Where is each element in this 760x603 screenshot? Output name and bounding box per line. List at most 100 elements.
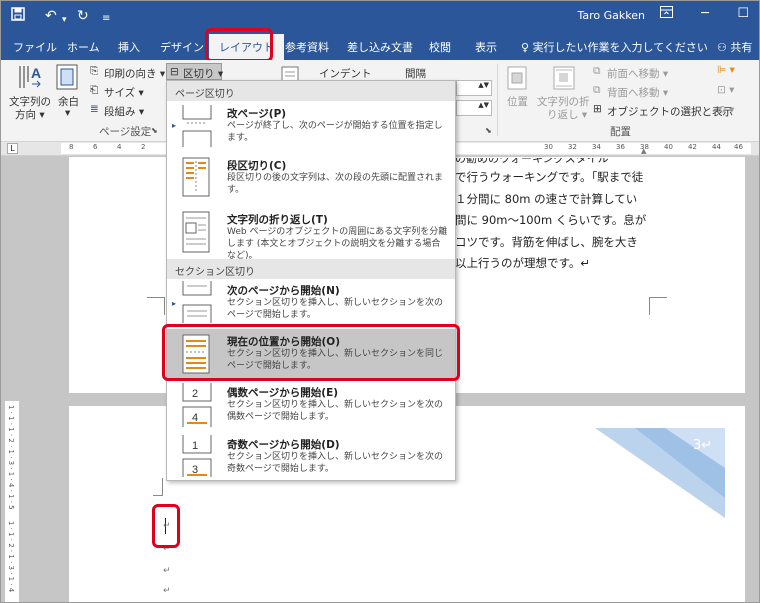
user-name[interactable]: Taro Gakken <box>578 9 646 22</box>
ruler-number: 2 <box>141 143 146 151</box>
document-line: コツです。背筋を伸ばし、腕を大き <box>455 234 638 249</box>
word-window: ↶ ▾ ↻ ≡ Taro Gakken ─ ☐ ファイル ホーム 挿入 デザイン… <box>0 0 760 603</box>
crop-mark <box>147 297 165 315</box>
selection-pane-button[interactable]: オブジェクトの選択と表示 <box>607 104 733 119</box>
minimize-icon[interactable]: ─ <box>701 6 709 21</box>
tell-me-box[interactable]: ♀ 実行したい作業を入力してください <box>521 39 708 55</box>
menu-item-desc: セクション区切りを挿入し、新しいセクションを次の偶数ページで開始します。 <box>227 400 444 422</box>
ribbon-display-icon[interactable] <box>660 6 673 22</box>
ruler-number: 42 <box>688 143 697 151</box>
menu-item-title: 偶数ページから開始(E) <box>227 387 339 399</box>
ruler-number: 36 <box>616 143 625 151</box>
menu-item-title: 次のページから開始(N) <box>227 285 340 297</box>
menu-item-title: 文字列の折り返し(T) <box>227 214 328 226</box>
redo-icon[interactable]: ↻ <box>77 7 89 25</box>
share-label: 共有 <box>730 41 753 54</box>
document-line: の勧めのウォーキングスタイル <box>455 158 609 165</box>
menu-item-desc: ページが終了し、次のページが開始する位置を指定します。 <box>227 121 443 143</box>
columns-icon[interactable]: ≣ <box>90 103 99 115</box>
bring-forward-button[interactable]: 前面へ移動 ▾ <box>607 66 668 81</box>
rotate-icon[interactable]: ⟲ ▾ <box>717 104 734 116</box>
page-setup-group-label: ページ設定 <box>99 126 152 138</box>
tab-selector-icon[interactable]: L <box>7 143 18 154</box>
menu-item-text-wrapping[interactable]: 文字列の折り返し(T) Web ページのオブジェクトの周囲にある文字列を分離しま… <box>167 205 455 261</box>
menu-item-next-page[interactable]: ▸ 次のページから開始(N) セクション区切りを挿入し、新しいセクションを次のペ… <box>167 279 455 325</box>
spacing-before-field[interactable]: ▲▼ <box>456 80 492 96</box>
selection-pane-icon[interactable]: ⊞ <box>593 103 602 115</box>
breaks-icon: ⊟ <box>170 66 179 78</box>
share-button[interactable]: ⚇ 共有 <box>717 39 752 55</box>
tell-me-text: 実行したい作業を入力してください <box>532 41 708 54</box>
menu-item-page-break[interactable]: ▸ 改ページ(P) ページが終了し、次のページが開始する位置を指定します。 <box>167 101 455 149</box>
tab-design[interactable]: デザイン <box>160 39 204 55</box>
bring-forward-icon[interactable]: ⧉ <box>593 65 601 78</box>
ribbon-tabs: ファイル ホーム 挿入 デザイン レイアウト 参考資料 差し込み文書 校閲 表示… <box>1 33 759 60</box>
tab-file[interactable]: ファイル <box>13 39 57 55</box>
position-icon[interactable] <box>507 66 527 93</box>
orientation-button[interactable]: 印刷の向き ▾ <box>104 66 165 81</box>
size-icon[interactable]: ⎗ <box>90 84 98 97</box>
ruler-number: 46 <box>734 143 743 151</box>
menu-item-desc: セクション区切りを挿入し、新しいセクションを次の奇数ページで開始します。 <box>227 452 444 474</box>
menu-item-odd-page[interactable]: 1 3 奇数ページから開始(D) セクション区切りを挿入し、新しいセクションを次… <box>167 433 455 481</box>
tab-view[interactable]: 表示 <box>475 39 497 55</box>
text-wrapping-break-icon <box>182 211 210 253</box>
document-body-text[interactable]: の勧めのウォーキングスタイル で行うウォーキングです。「駅まで徒 １分間に 80… <box>455 158 745 275</box>
undo-icon[interactable]: ↶ <box>45 7 57 25</box>
wrap-text-label-2[interactable]: り返し ▾ <box>547 107 587 122</box>
menu-item-column-break[interactable]: 段区切り(C) 段区切りの後の文字列は、次の段の先頭に配置されます。 <box>167 151 455 203</box>
title-bar: ↶ ▾ ↻ ≡ Taro Gakken ─ ☐ <box>1 1 759 33</box>
right-indent-marker-icon[interactable]: ▲ <box>641 147 646 155</box>
spinner-icon[interactable]: ▲▼ <box>478 101 489 109</box>
margins-icon[interactable] <box>56 64 78 93</box>
next-page-section-icon <box>182 281 212 323</box>
crop-mark <box>649 297 667 315</box>
align-icon[interactable]: ⊫ ▾ <box>717 64 735 76</box>
spacing-after-field[interactable]: ▲▼ <box>456 100 492 116</box>
person-icon: ⚇ <box>717 41 727 54</box>
page-break-icon <box>182 105 212 147</box>
undo-dropdown-icon[interactable]: ▾ <box>62 11 67 29</box>
group-icon[interactable]: ⊡ ▾ <box>717 84 734 96</box>
paragraph-mark: ↵ <box>163 586 171 596</box>
text-direction-icon[interactable]: A <box>17 62 43 95</box>
group-separator <box>497 64 498 136</box>
menu-item-title: 改ページ(P) <box>227 108 287 120</box>
orientation-icon[interactable]: ⎘ <box>90 65 98 78</box>
customize-icon[interactable]: ≡ <box>102 10 110 28</box>
document-line: １分間に 80m の速さで計算してい <box>455 191 638 206</box>
ruler-number: 34 <box>592 143 601 151</box>
columns-button[interactable]: 段組み ▾ <box>104 104 144 119</box>
margins-dropdown-icon[interactable]: ▾ <box>65 107 70 119</box>
position-button[interactable]: 位置 <box>507 94 528 109</box>
vertical-ruler[interactable]: 1 · 1 · 1 · 2 · 1 · 3 · 1 · 4 · 1 · 5 1 … <box>5 401 19 602</box>
tab-mailings[interactable]: 差し込み文書 <box>347 39 413 55</box>
document-line: 間に 90m～100m くらいです。息が <box>455 213 647 227</box>
menu-item-even-page[interactable]: 2 4 偶数ページから開始(E) セクション区切りを挿入し、新しいセクションを次… <box>167 381 455 431</box>
page-setup-launcher-icon[interactable]: ⬊ <box>151 126 158 135</box>
vertical-ruler-numbers: 1 · 1 · 1 · 2 · 1 · 3 · 1 · 4 · 1 · 5 <box>7 405 15 510</box>
spinner-icon[interactable]: ▲▼ <box>478 81 489 89</box>
tab-review[interactable]: 校閲 <box>429 39 451 55</box>
send-backward-icon[interactable]: ⧉ <box>593 84 601 97</box>
odd-page-section-icon: 1 3 <box>182 435 212 477</box>
text-direction-label-2[interactable]: 方向 ▾ <box>15 107 45 122</box>
size-button[interactable]: サイズ ▾ <box>104 85 144 100</box>
breaks-button[interactable]: ⊟ 区切り ▾ <box>166 63 223 80</box>
save-icon[interactable] <box>11 7 25 26</box>
lightbulb-icon: ♀ <box>521 41 530 54</box>
continuous-item-highlight <box>162 324 460 381</box>
tab-home[interactable]: ホーム <box>67 39 100 55</box>
ruler-number: 32 <box>568 143 577 151</box>
svg-text:A: A <box>31 65 41 81</box>
even-page-section-icon: 2 4 <box>182 383 212 427</box>
send-backward-button[interactable]: 背面へ移動 ▾ <box>607 85 668 100</box>
paragraph-launcher-icon[interactable]: ⬊ <box>485 126 492 135</box>
indent-label: インデント <box>319 68 372 80</box>
maximize-icon[interactable]: ☐ <box>737 6 749 21</box>
wrap-text-icon[interactable] <box>553 66 575 93</box>
tab-references[interactable]: 参考資料 <box>285 39 329 55</box>
paragraph-mark: ↵ <box>163 566 171 576</box>
tab-insert[interactable]: 挿入 <box>118 39 140 55</box>
vertical-ruler-numbers-bottom: 1 · 1 · 2 · 1 · 3 · 1 · 4 <box>7 521 15 593</box>
